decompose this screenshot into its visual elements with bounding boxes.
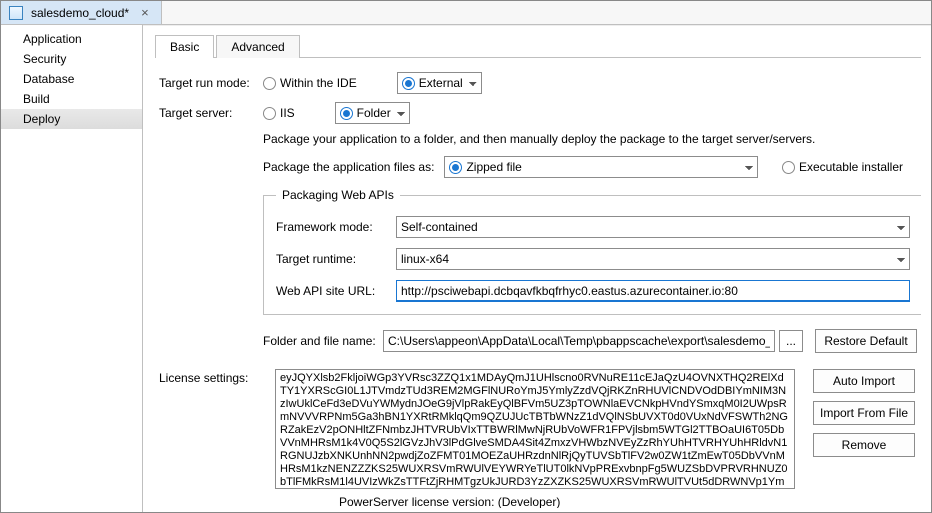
auto-import-button[interactable]: Auto Import xyxy=(813,369,915,393)
select-framework-mode[interactable]: Self-contained xyxy=(396,216,910,238)
label-target-server: Target server: xyxy=(159,106,263,120)
group-packaging-web-apis: Packaging Web APIs Framework mode: Self-… xyxy=(263,188,921,315)
sidebar-item-deploy[interactable]: Deploy xyxy=(1,109,142,129)
label-ps-license-version: PowerServer license version: (Developer) xyxy=(339,495,917,508)
restore-default-button[interactable]: Restore Default xyxy=(815,329,917,353)
label-target-runtime: Target runtime: xyxy=(276,252,396,266)
license-text-area[interactable]: eyJQYXlsb2FkljoiWGp3YVRsc3ZZQ1x1MDAyQmJ1… xyxy=(275,369,795,489)
document-icon xyxy=(9,6,23,20)
main-panel: Basic Advanced Target run mode: Within t… xyxy=(143,25,931,512)
label-webapi-url: Web API site URL: xyxy=(276,284,396,298)
document-tabstrip: salesdemo_cloud* × xyxy=(1,1,931,25)
sidebar-item-build[interactable]: Build xyxy=(1,89,142,109)
radio-within-ide[interactable]: Within the IDE xyxy=(263,76,357,90)
radio-external[interactable]: External xyxy=(397,72,482,94)
workarea: Application Security Database Build Depl… xyxy=(1,25,931,512)
sidebar-item-database[interactable]: Database xyxy=(1,69,142,89)
legend-packaging-web-apis: Packaging Web APIs xyxy=(276,188,400,202)
label-package-as: Package the application files as: xyxy=(263,160,434,174)
import-from-file-button[interactable]: Import From File xyxy=(813,401,915,425)
label-framework-mode: Framework mode: xyxy=(276,220,396,234)
document-tab[interactable]: salesdemo_cloud* × xyxy=(1,1,162,24)
radio-folder[interactable]: Folder xyxy=(335,102,410,124)
input-webapi-url[interactable] xyxy=(396,280,910,302)
label-license-settings: License settings: xyxy=(159,369,275,385)
label-folder-file: Folder and file name: xyxy=(263,334,383,348)
radio-iis[interactable]: IIS xyxy=(263,106,295,120)
form: Target run mode: Within the IDE External… xyxy=(155,58,921,508)
close-icon[interactable]: × xyxy=(137,5,153,20)
tab-basic[interactable]: Basic xyxy=(155,35,214,58)
remove-button[interactable]: Remove xyxy=(813,433,915,457)
label-target-run-mode: Target run mode: xyxy=(159,76,263,90)
sidebar-item-security[interactable]: Security xyxy=(1,49,142,69)
input-folder-path[interactable] xyxy=(383,330,775,352)
radio-executable-installer[interactable]: Executable installer xyxy=(782,160,903,174)
sidebar: Application Security Database Build Depl… xyxy=(1,25,143,512)
helper-text: Package your application to a folder, an… xyxy=(263,132,917,146)
tab-advanced[interactable]: Advanced xyxy=(216,35,299,58)
radio-zipped-file[interactable]: Zipped file xyxy=(444,156,757,178)
inner-tabs: Basic Advanced xyxy=(155,34,921,58)
document-tab-title: salesdemo_cloud* xyxy=(31,6,129,20)
sidebar-item-application[interactable]: Application xyxy=(1,29,142,49)
select-target-runtime[interactable]: linux-x64 xyxy=(396,248,910,270)
browse-button[interactable]: ... xyxy=(779,330,803,352)
